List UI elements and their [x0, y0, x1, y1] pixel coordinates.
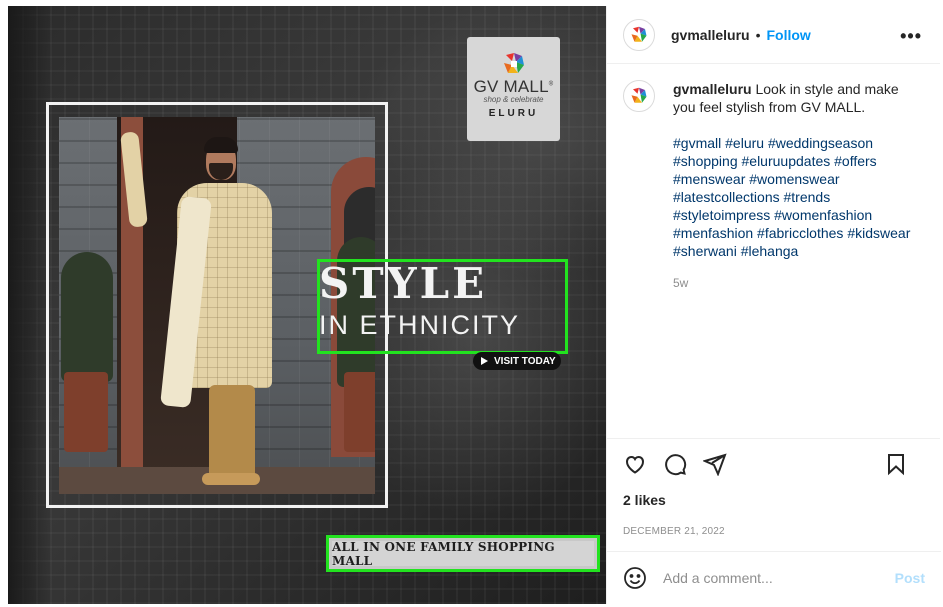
post-sidebar: gvmalleluru • Follow ••• gvmalleluru Loo… — [606, 6, 941, 604]
gv-logo-icon — [631, 87, 647, 103]
separator-dot: • — [755, 26, 761, 43]
add-comment-bar: Add a comment... Post — [607, 551, 941, 604]
action-bar — [607, 439, 940, 489]
pot-right — [344, 372, 375, 452]
plant-left — [61, 252, 113, 382]
emoji-icon[interactable] — [623, 566, 647, 590]
heart-icon[interactable] — [623, 452, 647, 476]
bookmark-icon[interactable] — [884, 452, 908, 476]
caption-avatar[interactable] — [623, 80, 655, 112]
model-hair — [204, 137, 238, 153]
shopping-mall-banner: ALL IN ONE FAMILY SHOPPING MALL — [326, 535, 600, 572]
avatar[interactable] — [623, 18, 655, 51]
caption-section: gvmalleluru Look in style and make you f… — [607, 64, 940, 439]
gv-logo-icon — [503, 53, 524, 73]
model-shoes — [202, 473, 260, 485]
pot-left — [64, 372, 108, 452]
comment-icon[interactable] — [663, 452, 687, 476]
gv-mall-logo: GV MALL® shop & celebrate ELURU — [467, 37, 560, 141]
logo-city: ELURU — [488, 108, 539, 119]
post-image[interactable]: GV MALL® shop & celebrate ELURU STYLE IN… — [8, 6, 606, 604]
gv-logo-icon — [631, 26, 647, 42]
caption: gvmalleluru Look in style and make you f… — [673, 80, 923, 422]
caption-username[interactable]: gvmalleluru — [673, 81, 752, 97]
logo-title: GV MALL® — [473, 77, 554, 96]
model-legs — [209, 385, 255, 480]
caption-age: 5w — [673, 276, 689, 290]
headline-highlight-box — [317, 259, 568, 354]
banner-text: ALL IN ONE FAMILY SHOPPING MALL — [332, 540, 594, 568]
visit-today-label: VISIT TODAY — [494, 355, 556, 367]
comment-input[interactable]: Add a comment... — [663, 570, 895, 586]
post-button[interactable]: Post — [895, 570, 925, 586]
header-username[interactable]: gvmalleluru — [671, 27, 750, 43]
more-icon[interactable]: ••• — [900, 26, 922, 47]
post-date: DECEMBER 21, 2022 — [623, 526, 725, 537]
instagram-post-window: GV MALL® shop & celebrate ELURU STYLE IN… — [0, 0, 943, 607]
play-icon — [481, 357, 488, 365]
likes-count[interactable]: 2 likes — [607, 489, 940, 511]
visit-today-badge: VISIT TODAY — [473, 352, 561, 370]
share-icon[interactable] — [703, 452, 727, 476]
follow-button[interactable]: Follow — [767, 27, 811, 43]
post-header: gvmalleluru • Follow ••• — [607, 6, 940, 64]
hashtags[interactable]: #gvmall #eluru #weddingseason #shopping … — [673, 134, 923, 260]
